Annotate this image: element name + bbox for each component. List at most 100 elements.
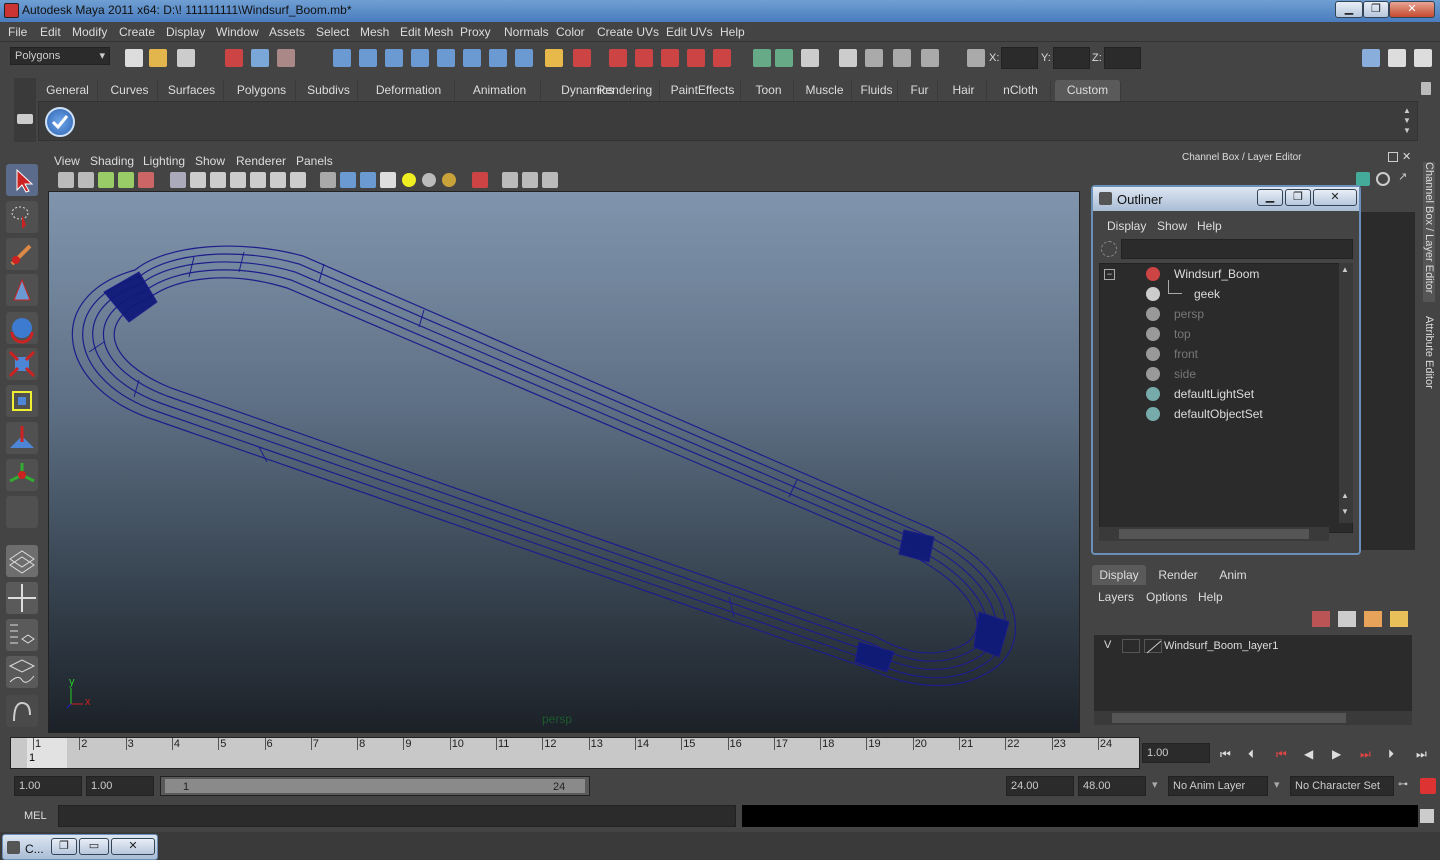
safe-title-icon[interactable] xyxy=(290,172,306,188)
bookmark-icon[interactable] xyxy=(98,172,114,188)
layer-menu-help[interactable]: Help xyxy=(1198,590,1223,604)
layer-hscrollbar[interactable] xyxy=(1094,711,1412,725)
new-scene-icon[interactable] xyxy=(125,49,143,67)
outliner-close-button[interactable]: ✕ xyxy=(1313,189,1357,206)
outliner-item[interactable]: defaultLightSet xyxy=(1100,384,1340,404)
perspective-viewport[interactable]: y x persp xyxy=(48,191,1080,733)
menu-create-uvs[interactable]: Create UVs xyxy=(597,25,659,39)
anim-layer-selector[interactable]: No Anim Layer xyxy=(1168,776,1268,796)
four-pane-layout-icon[interactable] xyxy=(6,582,38,614)
show-tool-settings-icon[interactable] xyxy=(1388,49,1406,67)
step-forward-key-icon[interactable]: ⏭ xyxy=(1360,747,1376,763)
render-view-icon[interactable] xyxy=(753,49,771,67)
command-language-label[interactable]: MEL xyxy=(24,810,47,822)
outliner-titlebar[interactable]: Outliner ▁ ❐ ✕ xyxy=(1093,187,1359,211)
layer-icon[interactable] xyxy=(1376,172,1390,186)
y-field[interactable] xyxy=(1053,47,1090,69)
shelf-tab-animation[interactable]: Animation xyxy=(459,80,541,101)
gate-mask-icon[interactable] xyxy=(230,172,246,188)
time-slider[interactable]: 1 1 2 3 4 5 6 7 8 9 10 11 12 13 14 15 16 17 18 19 20 21 22 23 2… xyxy=(10,737,1140,769)
graph-persp-layout-icon[interactable] xyxy=(6,656,38,688)
range-slider[interactable]: 1 24 xyxy=(160,776,590,796)
render-settings-icon[interactable] xyxy=(687,49,705,67)
panel-menu-lighting[interactable]: Lighting xyxy=(143,154,185,168)
menu-color[interactable]: Color xyxy=(556,25,585,39)
layer-menu-layers[interactable]: Layers xyxy=(1098,590,1134,604)
construction-history-icon[interactable] xyxy=(609,49,627,67)
outliner-minimize-button[interactable]: ▁ xyxy=(1257,189,1283,206)
batch-render-icon[interactable] xyxy=(801,49,819,67)
menu-window[interactable]: Window xyxy=(216,25,259,39)
film-gate-icon[interactable] xyxy=(190,172,206,188)
menu-edit-mesh[interactable]: Edit Mesh xyxy=(400,25,453,39)
select-hierarchy-icon[interactable] xyxy=(225,49,243,67)
panel-menu-shading[interactable]: Shading xyxy=(90,154,134,168)
render-current-icon[interactable] xyxy=(635,49,653,67)
current-time-field[interactable]: 1.00 xyxy=(1142,743,1210,763)
outliner-menu-display[interactable]: Display xyxy=(1107,219,1146,233)
hypergraph-layout-icon[interactable] xyxy=(6,695,38,727)
shelf-tab-ncloth[interactable]: nCloth xyxy=(991,80,1051,101)
select-component-icon[interactable] xyxy=(277,49,295,67)
universal-manipulator-icon[interactable] xyxy=(6,385,38,417)
shelf-tab-rendering[interactable]: Rendering xyxy=(590,80,660,101)
playback-end-field[interactable]: 24.00 xyxy=(1006,776,1074,796)
outliner-item[interactable]: Windsurf_Boom xyxy=(1100,264,1340,284)
transform-mode-icon[interactable] xyxy=(967,49,985,67)
ipr-render-icon[interactable] xyxy=(661,49,679,67)
maximize-button[interactable]: ▭ xyxy=(79,838,109,855)
select-object-icon[interactable] xyxy=(251,49,269,67)
start-time-field[interactable]: 1.00 xyxy=(14,776,82,796)
close-window-button[interactable]: ✕ xyxy=(111,838,155,855)
character-set-dropdown-icon[interactable]: ▾ xyxy=(1274,778,1280,791)
outliner-vscrollbar[interactable]: ▲ ▲ ▼ xyxy=(1339,263,1353,523)
open-scene-icon[interactable] xyxy=(149,49,167,67)
snap-point-icon[interactable] xyxy=(385,49,403,67)
minimized-window[interactable]: C... ❐ ▭ ✕ xyxy=(2,834,158,860)
show-channel-box-icon[interactable] xyxy=(1414,49,1432,67)
menu-assets[interactable]: Assets xyxy=(269,25,305,39)
panel-menu-panels[interactable]: Panels xyxy=(296,154,333,168)
snap-plane-icon[interactable] xyxy=(411,49,429,67)
wireframe-icon[interactable] xyxy=(320,172,336,188)
maximize-button[interactable]: ❐ xyxy=(1363,1,1389,18)
snap-curve-icon[interactable] xyxy=(359,49,377,67)
hypershade-icon[interactable] xyxy=(713,49,731,67)
layer-menu-options[interactable]: Options xyxy=(1146,590,1187,604)
preferences-icon[interactable] xyxy=(1420,778,1436,794)
channel-keys-icon[interactable] xyxy=(1356,172,1370,186)
render-region-icon[interactable] xyxy=(775,49,793,67)
x-field[interactable] xyxy=(1001,47,1038,69)
shelf-tab-subdivs[interactable]: Subdivs xyxy=(300,80,358,101)
camera-attributes-icon[interactable] xyxy=(78,172,94,188)
checkmark-icon[interactable] xyxy=(45,107,75,137)
outliner-item[interactable]: side xyxy=(1100,364,1340,384)
display-render-icon[interactable] xyxy=(839,49,857,67)
pin-icon[interactable]: ↗ xyxy=(1398,170,1414,186)
channel-box-side-tab[interactable]: Channel Box / Layer Editor xyxy=(1423,162,1435,302)
soft-modification-icon[interactable] xyxy=(6,422,38,454)
script-editor-icon[interactable] xyxy=(1420,809,1434,823)
resolution-gate-icon[interactable] xyxy=(210,172,226,188)
end-time-field[interactable]: 48.00 xyxy=(1078,776,1146,796)
outliner-search-input[interactable] xyxy=(1121,239,1353,259)
single-pane-layout-icon[interactable] xyxy=(6,545,38,577)
xray-icon[interactable] xyxy=(502,172,518,188)
close-panel-icon[interactable]: ✕ xyxy=(1402,150,1414,163)
z-field[interactable] xyxy=(1104,47,1141,69)
menu-modify[interactable]: Modify xyxy=(72,25,107,39)
show-attribute-editor-icon[interactable] xyxy=(1362,49,1380,67)
shelf-scroll[interactable]: ▲ ▼ ▼ xyxy=(1403,106,1415,136)
outliner-maximize-button[interactable]: ❐ xyxy=(1285,189,1311,206)
show-manipulator-icon[interactable] xyxy=(6,459,38,491)
shelf-tab-surfaces[interactable]: Surfaces xyxy=(160,80,224,101)
menu-select[interactable]: Select xyxy=(316,25,349,39)
trash-icon[interactable] xyxy=(1418,80,1434,98)
command-input[interactable] xyxy=(58,805,736,827)
menu-help[interactable]: Help xyxy=(720,25,745,39)
textured-icon[interactable] xyxy=(380,172,396,188)
layer-visibility-toggle[interactable]: V xyxy=(1104,639,1111,651)
outliner-item[interactable]: front xyxy=(1100,344,1340,364)
play-backwards-icon[interactable]: ◀ xyxy=(1304,747,1320,763)
shelf-tab-fur[interactable]: Fur xyxy=(902,80,938,101)
